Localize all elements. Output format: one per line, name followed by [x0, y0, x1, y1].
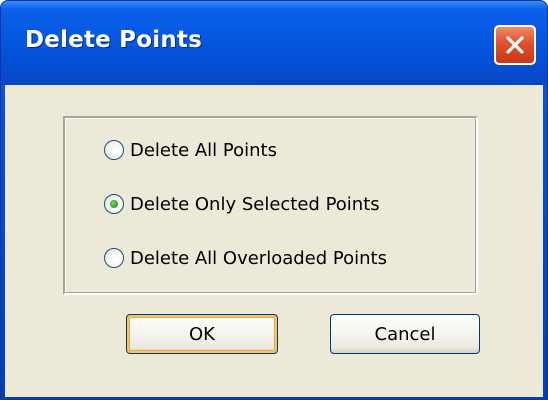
- close-button[interactable]: [494, 25, 536, 65]
- title-bar[interactable]: Delete Points: [1, 1, 547, 85]
- window-title: Delete Points: [25, 27, 202, 53]
- delete-options-group: Delete All Points Delete Only Selected P…: [63, 116, 478, 295]
- dialog-window: Delete Points Delete All Points Delete O…: [0, 0, 548, 400]
- radio-label: Delete Only Selected Points: [130, 193, 380, 215]
- radio-button-icon[interactable]: [104, 194, 124, 214]
- cancel-button[interactable]: Cancel: [330, 314, 480, 354]
- close-icon: [506, 36, 524, 54]
- radio-label: Delete All Points: [130, 139, 277, 161]
- radio-delete-only-selected-points[interactable]: Delete Only Selected Points: [104, 190, 380, 218]
- radio-label: Delete All Overloaded Points: [130, 247, 387, 269]
- radio-delete-all-overloaded-points[interactable]: Delete All Overloaded Points: [104, 244, 387, 272]
- radio-button-icon[interactable]: [104, 248, 124, 268]
- dialog-body: Delete All Points Delete Only Selected P…: [5, 85, 543, 397]
- radio-selected-dot-icon: [110, 200, 118, 208]
- radio-button-icon[interactable]: [104, 140, 124, 160]
- radio-delete-all-points[interactable]: Delete All Points: [104, 136, 277, 164]
- ok-button[interactable]: OK: [126, 314, 278, 354]
